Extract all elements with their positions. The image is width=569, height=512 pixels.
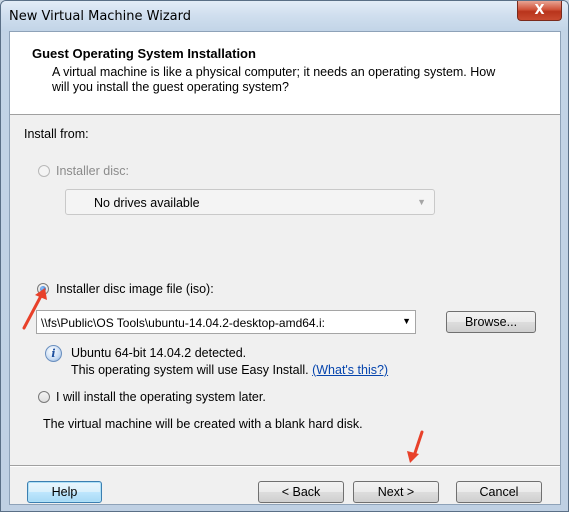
browse-button[interactable]: Browse... [446, 311, 536, 333]
detected-os-text: Ubuntu 64-bit 14.04.2 detected. [71, 346, 247, 360]
whats-this-link[interactable]: (What's this?) [312, 363, 388, 377]
chevron-down-icon[interactable]: ▼ [402, 316, 411, 326]
iso-path-input[interactable]: \\fs\Public\OS Tools\ubuntu-14.04.2-desk… [36, 310, 416, 334]
drive-select-value: No drives available [94, 196, 200, 210]
install-later-description: The virtual machine will be created with… [43, 417, 363, 431]
drive-select[interactable]: No drives available ▼ [65, 189, 435, 215]
page-description: A virtual machine is like a physical com… [52, 65, 496, 94]
easy-install-message: This operating system will use Easy Inst… [71, 363, 309, 377]
next-button[interactable]: Next > [353, 481, 439, 503]
wizard-client-area: Guest Operating System Installation A vi… [9, 31, 561, 505]
installer-disc-radio[interactable] [38, 165, 50, 177]
close-icon: X [534, 3, 545, 18]
installer-disc-label: Installer disc: [56, 164, 129, 178]
title-bar[interactable]: New Virtual Machine Wizard X [1, 1, 568, 31]
install-later-radio[interactable] [38, 391, 50, 403]
help-button[interactable]: Help [27, 481, 102, 503]
easy-install-text: This operating system will use Easy Inst… [71, 363, 388, 377]
page-title: Guest Operating System Installation [32, 46, 256, 61]
wizard-window: New Virtual Machine Wizard X Guest Opera… [0, 0, 569, 512]
install-from-label: Install from: [24, 127, 89, 141]
back-button[interactable]: < Back [258, 481, 344, 503]
chevron-down-icon: ▼ [417, 197, 426, 207]
wizard-header: Guest Operating System Installation A vi… [10, 32, 560, 115]
install-later-label: I will install the operating system late… [56, 390, 266, 404]
window-title: New Virtual Machine Wizard [9, 9, 191, 24]
iso-label: Installer disc image file (iso): [56, 282, 214, 296]
close-button[interactable]: X [517, 1, 562, 21]
arrow-annotation-next [407, 430, 424, 463]
arrow-annotation-iso [22, 288, 47, 330]
cancel-button[interactable]: Cancel [456, 481, 542, 503]
iso-path-value: \\fs\Public\OS Tools\ubuntu-14.04.2-desk… [41, 316, 325, 330]
footer-separator [10, 465, 560, 467]
info-icon: i [45, 345, 62, 362]
